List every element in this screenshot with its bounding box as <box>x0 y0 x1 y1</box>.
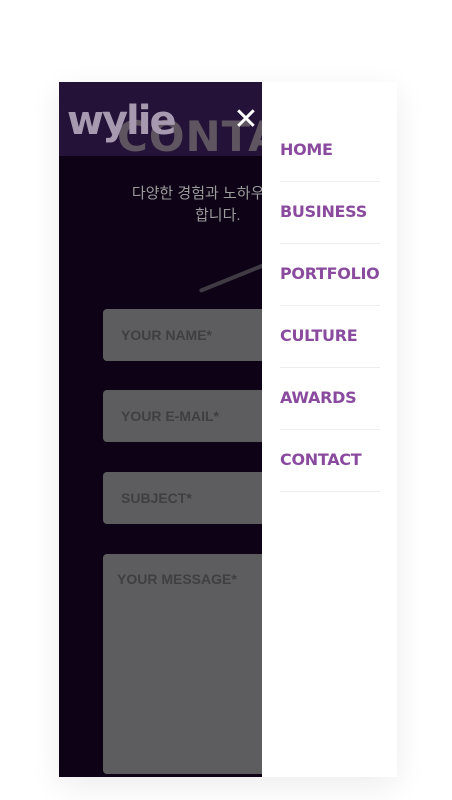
menu-item-label: AWARDS <box>280 388 357 407</box>
menu-item-culture[interactable]: CULTURE <box>280 306 380 368</box>
name-placeholder: YOUR NAME* <box>121 327 213 343</box>
menu-item-contact[interactable]: CONTACT <box>280 430 380 492</box>
name-field[interactable]: YOUR NAME* <box>103 309 283 361</box>
menu-list: HOME BUSINESS PORTFOLIO CULTURE AWARDS C… <box>280 120 380 492</box>
menu-item-label: CONTACT <box>280 450 362 469</box>
menu-item-label: HOME <box>280 140 333 159</box>
subject-field[interactable]: SUBJECT* <box>103 472 283 524</box>
phone-screen: CONTAC wylie ✕ 다양한 경험과 노하우로 합니다. YOUR NA… <box>59 82 397 777</box>
email-field[interactable]: YOUR E-MAIL* <box>103 390 283 442</box>
subject-placeholder: SUBJECT* <box>121 490 192 506</box>
close-icon[interactable]: ✕ <box>232 105 260 135</box>
side-menu: HOME BUSINESS PORTFOLIO CULTURE AWARDS C… <box>262 82 397 777</box>
menu-item-label: CULTURE <box>280 326 358 345</box>
menu-item-label: BUSINESS <box>280 202 367 221</box>
menu-item-business[interactable]: BUSINESS <box>280 182 380 244</box>
menu-item-awards[interactable]: AWARDS <box>280 368 380 430</box>
message-field[interactable]: YOUR MESSAGE* <box>103 554 283 774</box>
menu-item-home[interactable]: HOME <box>280 120 380 182</box>
menu-item-label: PORTFOLIO <box>280 264 380 283</box>
message-placeholder: YOUR MESSAGE* <box>117 571 237 587</box>
decorative-line <box>198 263 266 293</box>
wylie-logo[interactable]: wylie <box>67 98 177 144</box>
email-placeholder: YOUR E-MAIL* <box>121 408 219 424</box>
menu-item-portfolio[interactable]: PORTFOLIO <box>280 244 380 306</box>
